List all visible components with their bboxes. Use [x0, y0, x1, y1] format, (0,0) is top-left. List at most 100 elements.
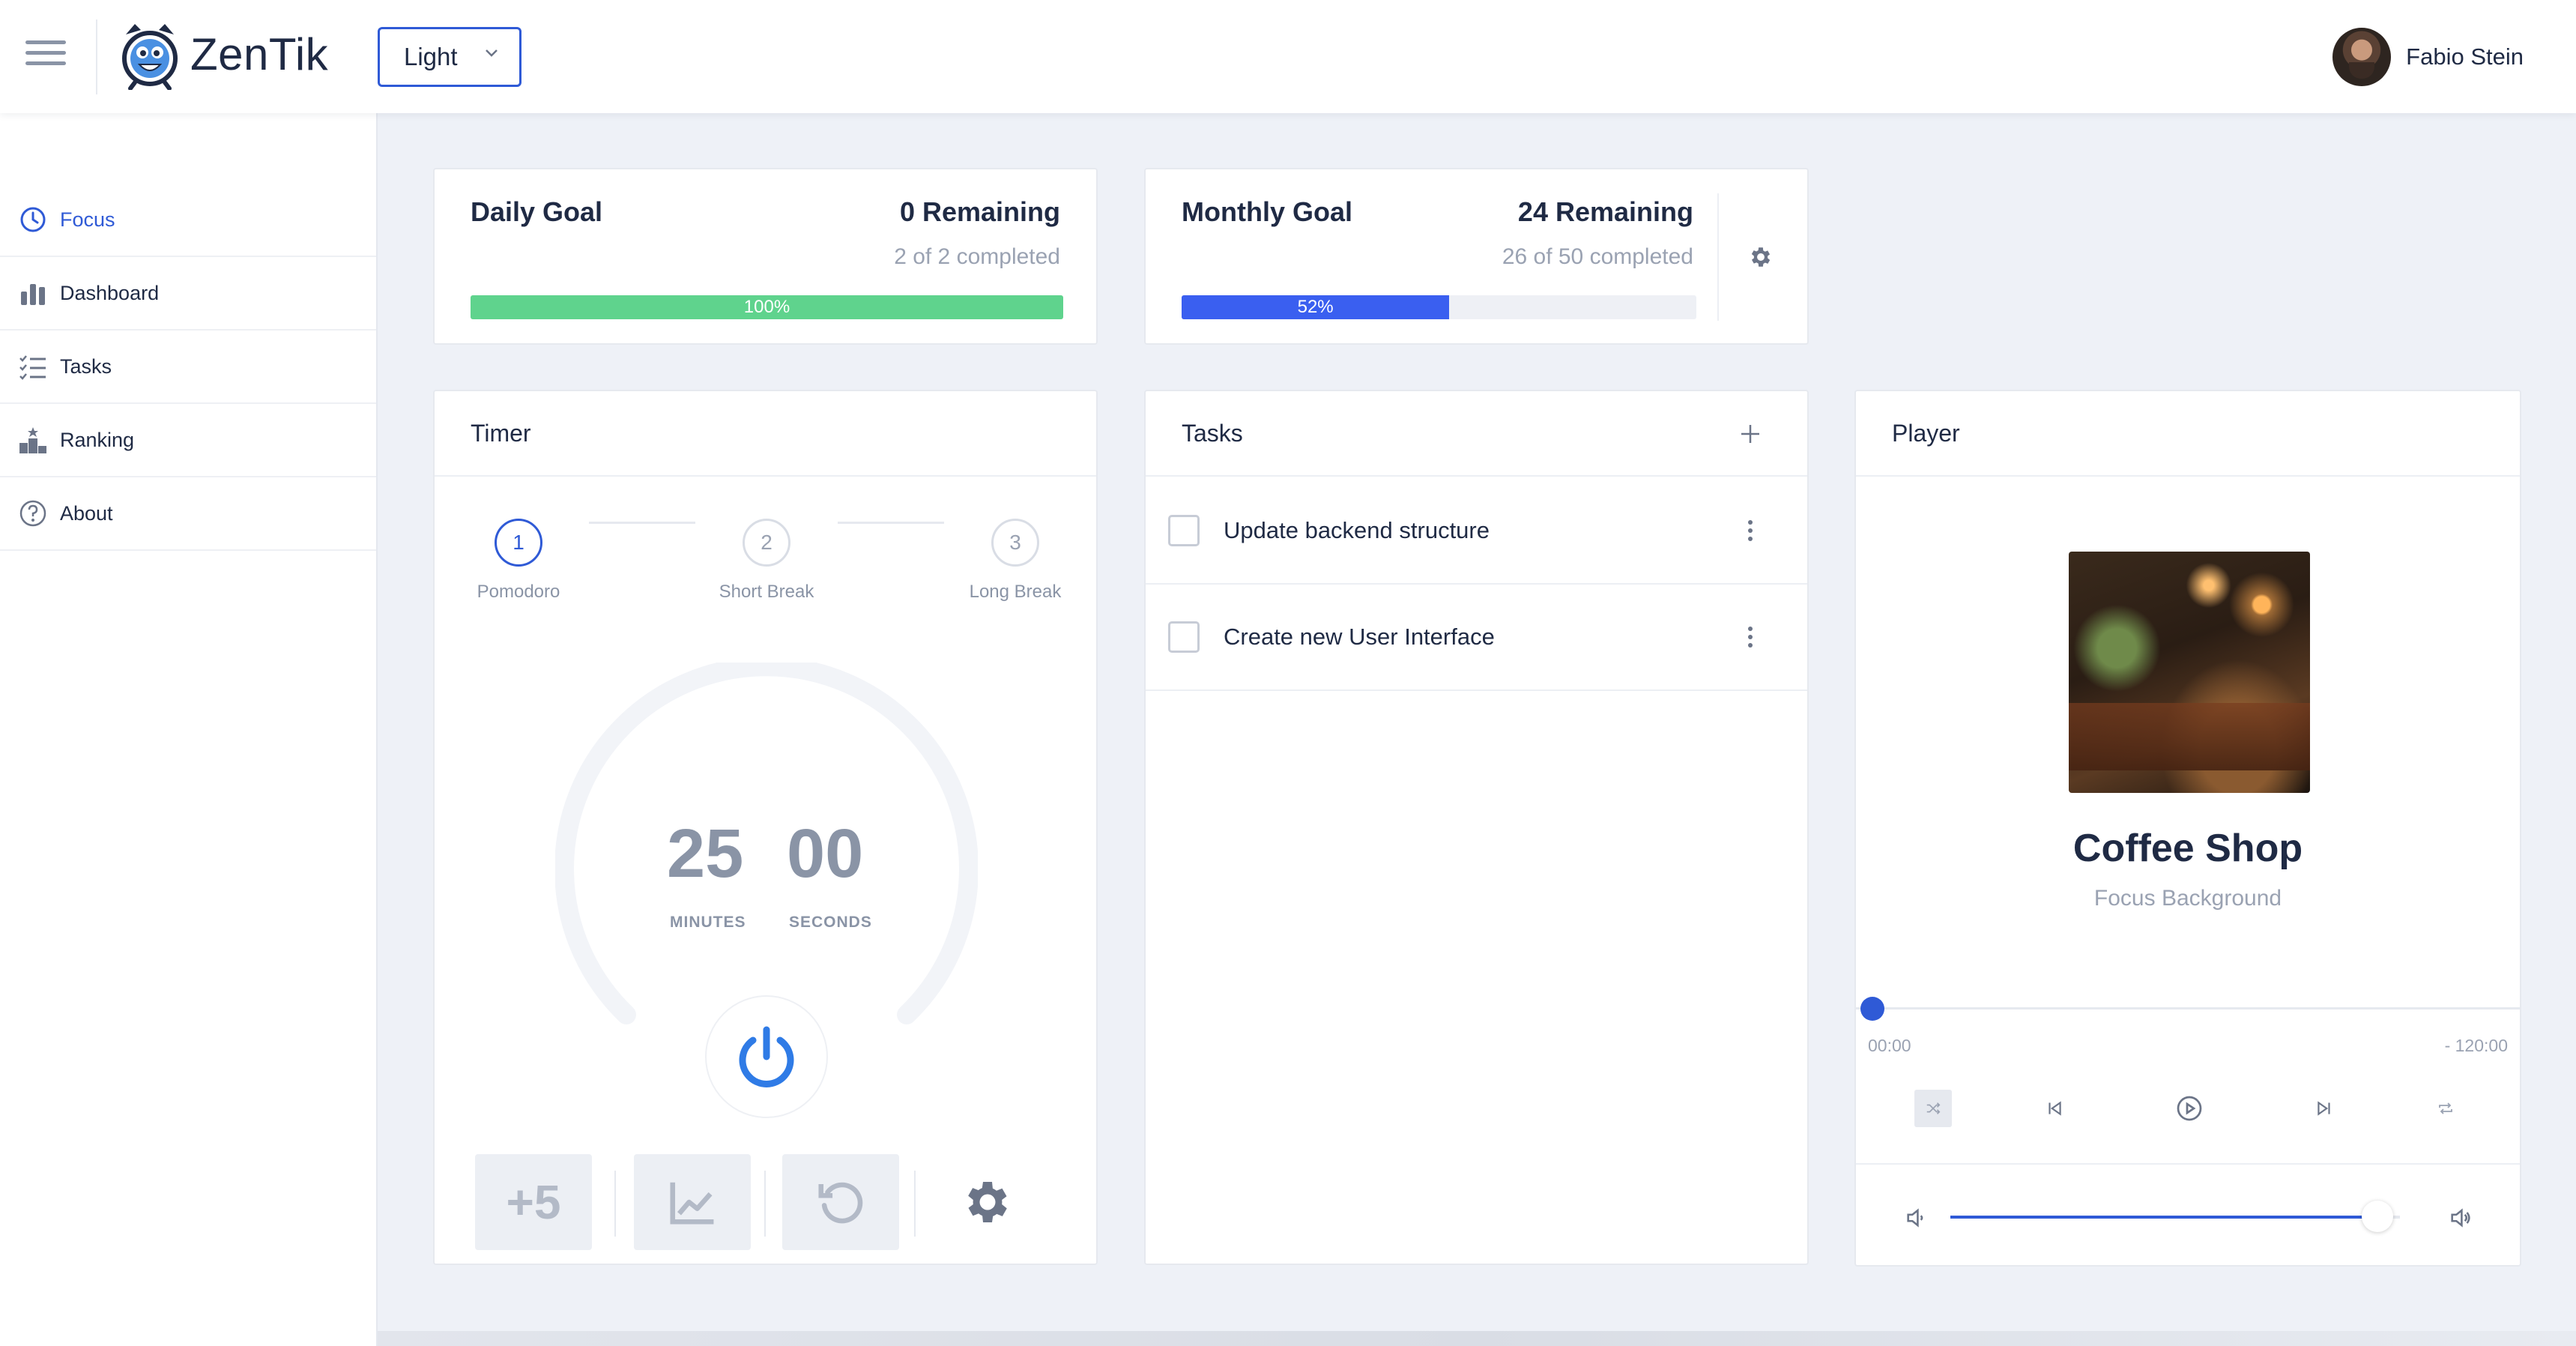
skip-forward-icon [2318, 1101, 2330, 1116]
volume-slider[interactable] [1950, 1216, 2400, 1219]
bar-chart-icon [21, 284, 45, 305]
monthly-goal-remaining: 24 Remaining [1517, 196, 1693, 227]
more-options-icon[interactable] [1743, 622, 1758, 652]
daily-goal-title: Daily Goal [471, 196, 603, 227]
theme-select[interactable]: Light [378, 27, 521, 87]
add-five-label: +5 [506, 1175, 561, 1229]
timer-steps: 1 Pomodoro 2 Short Break 3 Long Break [435, 496, 1096, 609]
daily-goal-progress-fill: 100% [471, 295, 1063, 319]
repeat-button[interactable] [2427, 1090, 2464, 1127]
footer-shadow [378, 1331, 2576, 1346]
add-task-plus-icon[interactable] [1739, 423, 1762, 445]
user-name: Fabio Stein [2406, 43, 2524, 70]
seek-bar[interactable] [1856, 1007, 2520, 1010]
task-text: Create new User Interface [1224, 624, 1495, 650]
monthly-goal-title: Monthly Goal [1182, 196, 1352, 227]
sidebar-item-tasks[interactable]: Tasks [0, 331, 376, 404]
repeat-icon [2439, 1102, 2452, 1114]
reset-timer-button[interactable] [782, 1154, 899, 1250]
user-menu[interactable]: Fabio Stein [2332, 27, 2524, 87]
tasks-title: Tasks [1146, 391, 1807, 477]
step-number: 3 [991, 519, 1039, 567]
monthly-goal-progress-fill: 52% [1182, 295, 1450, 319]
sidebar-item-label: Focus [60, 208, 115, 231]
seek-handle[interactable] [1860, 997, 1884, 1021]
sidebar-item-label: Tasks [60, 354, 112, 378]
avatar [2332, 28, 2392, 86]
line-chart-icon [670, 1182, 714, 1225]
album-cover-image [2069, 552, 2310, 793]
tasks-card: Tasks Update backend structure Create ne… [1144, 390, 1809, 1265]
task-checkbox[interactable] [1168, 621, 1200, 653]
task-text: Update backend structure [1224, 517, 1490, 543]
volume-up-icon[interactable] [2448, 1205, 2473, 1231]
track-subtitle: Focus Background [2093, 886, 2282, 911]
remaining-time: - 120:00 [2444, 1036, 2508, 1055]
top-bar: ZenTik Light Fabio Stein [0, 0, 2576, 113]
timer-settings-gear-icon[interactable] [961, 1175, 1015, 1229]
divider [1717, 193, 1719, 321]
reset-icon [818, 1182, 863, 1224]
daily-goal-progress-bar: 100% [471, 295, 1063, 319]
timer-title: Timer [435, 391, 1096, 477]
sidebar-item-dashboard[interactable]: Dashboard [0, 257, 376, 331]
sidebar-item-label: Dashboard [60, 281, 160, 304]
divider [614, 1171, 616, 1237]
checklist-icon [19, 355, 46, 380]
daily-goal-progress-label: 100% [743, 297, 790, 317]
step-number: 2 [743, 519, 790, 567]
monthly-goal-card: Monthly Goal 24 Remaining 26 of 50 compl… [1144, 168, 1809, 345]
alarm-clock-logo-icon [122, 24, 178, 90]
step-label: Pomodoro [477, 582, 560, 602]
player-title: Player [1856, 391, 2520, 477]
volume-fill [1950, 1216, 2377, 1219]
clock-icon [20, 207, 46, 232]
step-long-break[interactable]: 3 Long Break [940, 519, 1090, 603]
chevron-down-icon [486, 49, 498, 57]
task-item[interactable]: Create new User Interface [1146, 585, 1807, 691]
start-timer-button[interactable] [705, 995, 828, 1118]
sidebar-item-ranking[interactable]: Ranking [0, 404, 376, 477]
elapsed-time: 00:00 [1868, 1036, 1911, 1055]
step-label: Short Break [719, 582, 814, 602]
podium-icon [19, 427, 46, 453]
play-circle-icon [2177, 1096, 2202, 1121]
task-item[interactable]: Update backend structure [1146, 478, 1807, 585]
task-checkbox[interactable] [1168, 515, 1200, 546]
daily-goal-card: Daily Goal 0 Remaining 2 of 2 completed … [433, 168, 1098, 345]
sidebar: Focus Dashboard Tasks Ranking About [0, 113, 378, 1346]
sidebar-item-focus[interactable]: Focus [0, 184, 376, 257]
step-pomodoro[interactable]: 1 Pomodoro [444, 519, 593, 603]
sidebar-item-about[interactable]: About [0, 477, 376, 551]
play-button[interactable] [2171, 1090, 2208, 1127]
player-card: Player Coffee Shop Focus Background 00:0… [1854, 390, 2521, 1267]
shuffle-button[interactable] [1914, 1090, 1952, 1127]
volume-down-icon[interactable] [1904, 1205, 1929, 1231]
add-five-minutes-button[interactable]: +5 [475, 1154, 592, 1250]
previous-button[interactable] [2036, 1090, 2073, 1127]
divider [96, 19, 97, 94]
daily-goal-remaining: 0 Remaining [899, 196, 1060, 227]
step-label: Long Break [969, 582, 1062, 602]
monthly-goal-progress-label: 52% [1297, 297, 1334, 317]
monthly-goal-completed: 26 of 50 completed [1502, 244, 1693, 269]
brand-name: ZenTik [190, 29, 329, 79]
divider [1856, 1163, 2520, 1165]
volume-handle[interactable] [2362, 1201, 2393, 1232]
timer-seconds: 00 [787, 815, 864, 892]
sidebar-nav: Focus Dashboard Tasks Ranking About [0, 184, 376, 551]
hamburger-menu-icon[interactable] [25, 40, 66, 73]
statistics-button[interactable] [634, 1154, 751, 1250]
next-button[interactable] [2306, 1090, 2343, 1127]
skip-back-icon [2049, 1101, 2061, 1116]
minutes-label: MINUTES [670, 914, 746, 931]
more-options-icon[interactable] [1743, 516, 1758, 546]
seconds-label: SECONDS [789, 914, 872, 931]
timer-minutes: 25 [667, 815, 744, 892]
track-title: Coffee Shop [2072, 827, 2303, 870]
help-circle-icon [19, 500, 46, 527]
timer-card: Timer 1 Pomodoro 2 Short Break 3 Long Br… [433, 390, 1098, 1265]
gear-icon[interactable] [1748, 244, 1774, 270]
divider [764, 1171, 766, 1237]
step-short-break[interactable]: 2 Short Break [692, 519, 841, 603]
